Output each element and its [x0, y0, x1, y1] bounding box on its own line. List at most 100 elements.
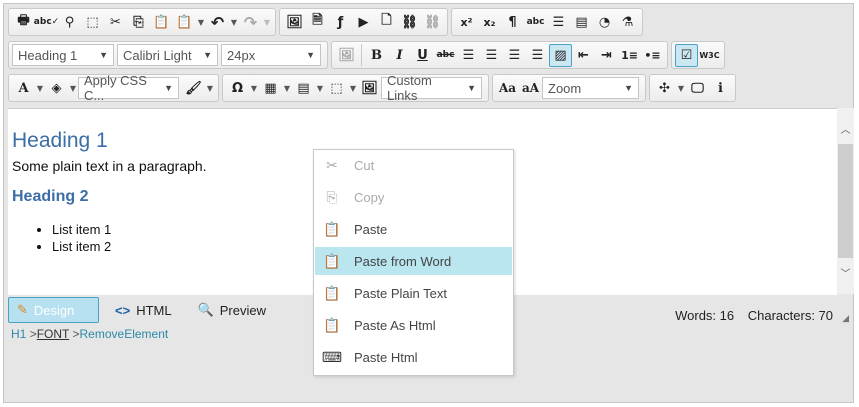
align-left-icon[interactable]: ☰	[457, 44, 480, 67]
copy-icon[interactable]: ⎘	[127, 11, 150, 34]
date-time-icon[interactable]: ◔	[593, 11, 616, 34]
convert-lower-icon[interactable]: Aa	[496, 77, 519, 100]
clean-html-icon[interactable]: ⚗	[616, 11, 639, 34]
image-manager-icon[interactable]: 🖼	[283, 11, 306, 34]
paste-icon[interactable]: 📋	[150, 11, 173, 34]
numbered-list-icon[interactable]: 1≡	[618, 44, 641, 67]
css-class-select[interactable]: Apply CSS C... ▼	[78, 73, 179, 103]
convert-upper-icon[interactable]: aA	[519, 77, 542, 100]
custom-links-select[interactable]: Custom Links ▼	[381, 73, 482, 103]
toolbar-group-insert: 🖼 🗎 ƒ ▶ 🗋 ⛓ ⛓	[279, 8, 448, 36]
symbol-dropdown-icon[interactable]: ▼	[249, 77, 259, 100]
italic-icon[interactable]: I	[388, 44, 411, 67]
align-center-icon[interactable]: ☰	[480, 44, 503, 67]
format-painter-icon[interactable]: 🖌	[182, 77, 205, 100]
resize-grip-icon[interactable]: ◢	[842, 314, 849, 324]
template-manager-icon[interactable]: 🗋	[375, 11, 398, 34]
spellcheck-icon[interactable]: abc✓	[34, 11, 59, 34]
redo-icon[interactable]: ↷	[239, 11, 262, 34]
paragraph-icon[interactable]: ¶	[501, 11, 524, 34]
toolbar-group-style: 🖼 B I U abc ☰ ☰ ☰ ☰ ▨ ⇤ ⇥ 1≡ •≡	[331, 41, 668, 69]
menu-item-paste-html[interactable]: ⌨ Paste Html	[315, 343, 512, 371]
size-select[interactable]: 24px ▼	[221, 44, 321, 66]
horizontal-rule-icon[interactable]: ☰	[547, 11, 570, 34]
breadcrumb-remove-element[interactable]: RemoveElement	[80, 327, 169, 341]
html-mode-button[interactable]: <> HTML	[107, 297, 182, 323]
menu-item-cut[interactable]: ✂ Cut	[315, 151, 512, 179]
character-count: Characters: 70	[747, 308, 833, 323]
link-manager-icon[interactable]: ⛓	[398, 11, 421, 34]
print-icon[interactable]: 🖶	[12, 11, 35, 34]
back-color-dropdown-icon[interactable]: ▼	[68, 77, 78, 100]
snippet-icon[interactable]: ▤	[292, 77, 315, 100]
zoom-select[interactable]: Zoom ▼	[542, 77, 639, 99]
menu-item-paste-as-html[interactable]: 📋 Paste As Html	[315, 311, 512, 339]
insert-element-dropdown-icon[interactable]: ▼	[348, 77, 358, 100]
zoom-select-value: Zoom	[548, 80, 582, 96]
indent-icon[interactable]: ⇥	[595, 44, 618, 67]
about-icon[interactable]: ℹ	[709, 77, 732, 100]
html-mode-label: HTML	[136, 302, 172, 318]
menu-item-paste-from-word[interactable]: 📋 Paste from Word	[315, 247, 512, 275]
modules-icon[interactable]: ✣	[653, 77, 676, 100]
vertical-scrollbar[interactable]: ︿ ﹀	[837, 108, 854, 294]
document-manager-icon[interactable]: 🗎	[306, 11, 329, 34]
subscript-icon[interactable]: x₂	[478, 11, 501, 34]
table-dropdown-icon[interactable]: ▼	[282, 77, 292, 100]
undo-icon[interactable]: ↶	[206, 11, 229, 34]
justify-icon[interactable]: ☰	[526, 44, 549, 67]
unlink-icon[interactable]: ⛓	[421, 11, 444, 34]
strikethrough-icon[interactable]: abc	[434, 44, 457, 67]
superscript-icon[interactable]: x²	[455, 11, 478, 34]
underline-icon[interactable]: U	[411, 44, 434, 67]
preview-mode-button[interactable]: 🔍 Preview	[190, 297, 276, 323]
modules-dropdown-icon[interactable]: ▼	[676, 77, 686, 100]
snippet-dropdown-icon[interactable]: ▼	[315, 77, 325, 100]
align-right-icon[interactable]: ☰	[503, 44, 526, 67]
paste-dropdown-icon[interactable]: ▼	[196, 11, 206, 34]
menu-item-paste-plain-text[interactable]: 📋 Paste Plain Text	[315, 279, 512, 307]
bullet-list-icon[interactable]: •≡	[641, 44, 664, 67]
fore-color-dropdown-icon[interactable]: ▼	[35, 77, 45, 100]
paste-options-icon[interactable]: 📋	[173, 11, 196, 34]
justify-none-icon[interactable]: ▨	[549, 43, 572, 67]
preview-mode-label: Preview	[219, 302, 267, 318]
list-item: List item 1	[52, 221, 111, 238]
undo-dropdown-icon[interactable]: ▼	[229, 11, 239, 34]
track-changes-icon[interactable]: ☑	[675, 43, 698, 67]
xhtml-validator-icon[interactable]: W3C	[698, 44, 721, 67]
symbol-icon[interactable]: Ω	[226, 77, 249, 100]
menu-item-paste[interactable]: 📋 Paste	[315, 215, 512, 243]
form-element-icon[interactable]: ▤	[570, 11, 593, 34]
media-manager-icon[interactable]: ▶	[352, 11, 375, 34]
fore-color-icon[interactable]: A	[12, 77, 35, 100]
table-icon[interactable]: ▦	[259, 77, 282, 100]
format-painter-dropdown-icon[interactable]: ▼	[205, 77, 215, 100]
toolbar-group-format: Heading 1 ▼ Calibri Light ▼ 24px ▼	[8, 41, 328, 69]
chevron-down-icon[interactable]: ﹀	[837, 264, 854, 281]
heading-select[interactable]: Heading 1 ▼	[12, 44, 114, 66]
select-all-icon[interactable]: ⬚	[81, 11, 104, 34]
flash-manager-icon[interactable]: ƒ	[329, 11, 352, 34]
insert-element-icon[interactable]: ⬚	[325, 77, 348, 100]
find-icon[interactable]: ⚲	[58, 11, 81, 34]
back-color-icon[interactable]: ◈	[45, 77, 68, 100]
breadcrumb-font[interactable]: FONT	[37, 327, 69, 341]
redo-dropdown-icon[interactable]: ▼	[262, 11, 272, 34]
image-map-icon[interactable]: 🖼	[358, 77, 381, 100]
toggle-screen-icon[interactable]: 🖵	[686, 77, 709, 100]
font-select[interactable]: Calibri Light ▼	[117, 44, 218, 66]
outdent-icon[interactable]: ⇤	[572, 44, 595, 67]
cut-icon[interactable]: ✂	[104, 11, 127, 34]
menu-item-copy[interactable]: ⎘ Copy	[315, 183, 512, 211]
bold-icon[interactable]: B	[365, 44, 388, 67]
design-mode-button[interactable]: ✎ Design	[8, 297, 99, 323]
chevron-down-icon: ▼	[467, 83, 476, 93]
breadcrumb-h1[interactable]: H1	[11, 327, 26, 341]
format-stripper-icon[interactable]: abc	[524, 11, 547, 34]
scrollbar-thumb[interactable]	[838, 144, 853, 258]
chevron-up-icon[interactable]: ︿	[837, 120, 854, 137]
toolbar-group-color: A ▼ ◈ ▼ Apply CSS C... ▼ 🖌 ▼	[8, 73, 219, 103]
custom-links-select-value: Custom Links	[387, 73, 432, 103]
image-properties-icon[interactable]: 🖼	[335, 44, 358, 67]
